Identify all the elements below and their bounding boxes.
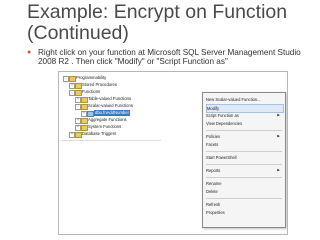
tree-item-label: Functions	[82, 89, 101, 94]
menu-item-view-dependencies[interactable]: View Dependencies	[206, 120, 282, 127]
menu-item-label: Refresh	[206, 202, 221, 207]
folder-icon	[81, 118, 88, 124]
tree-item-label: System Functions	[88, 124, 122, 129]
tree-item-label: Aggregate Functions	[88, 117, 127, 122]
menu-separator	[206, 130, 282, 131]
menu-item-label: New Scalar-valued Function...	[206, 97, 261, 102]
menu-item-properties[interactable]: Properties	[206, 209, 282, 216]
tree-item-label: Stored Procedures	[82, 82, 117, 87]
slide: Example: Encrypt on Function (Continued)…	[0, 0, 320, 240]
menu-item-policies[interactable]: Policies ▶	[206, 133, 282, 140]
menu-item-label: Facets	[206, 142, 219, 147]
folder-icon	[81, 104, 88, 110]
menu-item-label: Policies	[206, 134, 221, 139]
context-menu: New Scalar-valued Function... Modify Scr…	[202, 92, 286, 228]
submenu-arrow-icon: ▶	[277, 134, 280, 138]
menu-separator	[206, 198, 282, 199]
menu-item-start-powershell[interactable]: Start PowerShell	[206, 154, 282, 161]
menu-item-label: Script Function as	[206, 113, 239, 118]
bullet-icon: ●	[27, 49, 32, 56]
menu-separator	[206, 151, 282, 152]
menu-item-new-scalar-function[interactable]: New Scalar-valued Function...	[206, 96, 282, 103]
tree-item-label-selected: dbo.fnAddNumber	[94, 110, 130, 116]
menu-item-rename[interactable]: Rename	[206, 180, 282, 187]
tree-divider	[61, 140, 161, 141]
folder-icon	[81, 97, 88, 103]
tree-item-label: Scalar-valued Functions	[88, 103, 133, 108]
menu-item-delete[interactable]: Delete	[206, 188, 282, 195]
menu-item-label: View Dependencies	[206, 121, 243, 126]
menu-item-label: Reports	[206, 168, 221, 173]
menu-item-facets[interactable]: Facets	[206, 141, 282, 148]
folder-icon	[75, 90, 82, 96]
tree-item-label: Table-valued Functions	[88, 96, 132, 101]
menu-item-label: Modify	[207, 106, 220, 111]
slide-title: Example: Encrypt on Function (Continued)	[27, 1, 288, 44]
submenu-arrow-icon: ▶	[277, 168, 280, 172]
tree-item-label: Programmability	[76, 75, 107, 80]
folder-icon	[69, 76, 76, 82]
menu-separator	[206, 164, 282, 165]
menu-item-label: Start PowerShell	[206, 155, 237, 160]
submenu-arrow-icon: ▶	[277, 113, 280, 117]
folder-icon	[75, 83, 82, 89]
bullet-text: Right click on your function at Microsof…	[38, 48, 301, 66]
menu-item-label: Properties	[206, 210, 225, 215]
menu-item-label: Delete	[206, 189, 218, 194]
ssms-screenshot: - Programmability + Stored Procedures - …	[58, 71, 288, 235]
menu-item-refresh[interactable]: Refresh	[206, 201, 282, 208]
menu-separator	[206, 177, 282, 178]
menu-item-script-function-as[interactable]: Script Function as ▶	[206, 112, 282, 119]
menu-item-reports[interactable]: Reports ▶	[206, 167, 282, 174]
menu-item-label: Rename	[206, 181, 222, 186]
tree-item-label: Database Triggers	[82, 131, 117, 136]
folder-icon	[75, 132, 82, 138]
